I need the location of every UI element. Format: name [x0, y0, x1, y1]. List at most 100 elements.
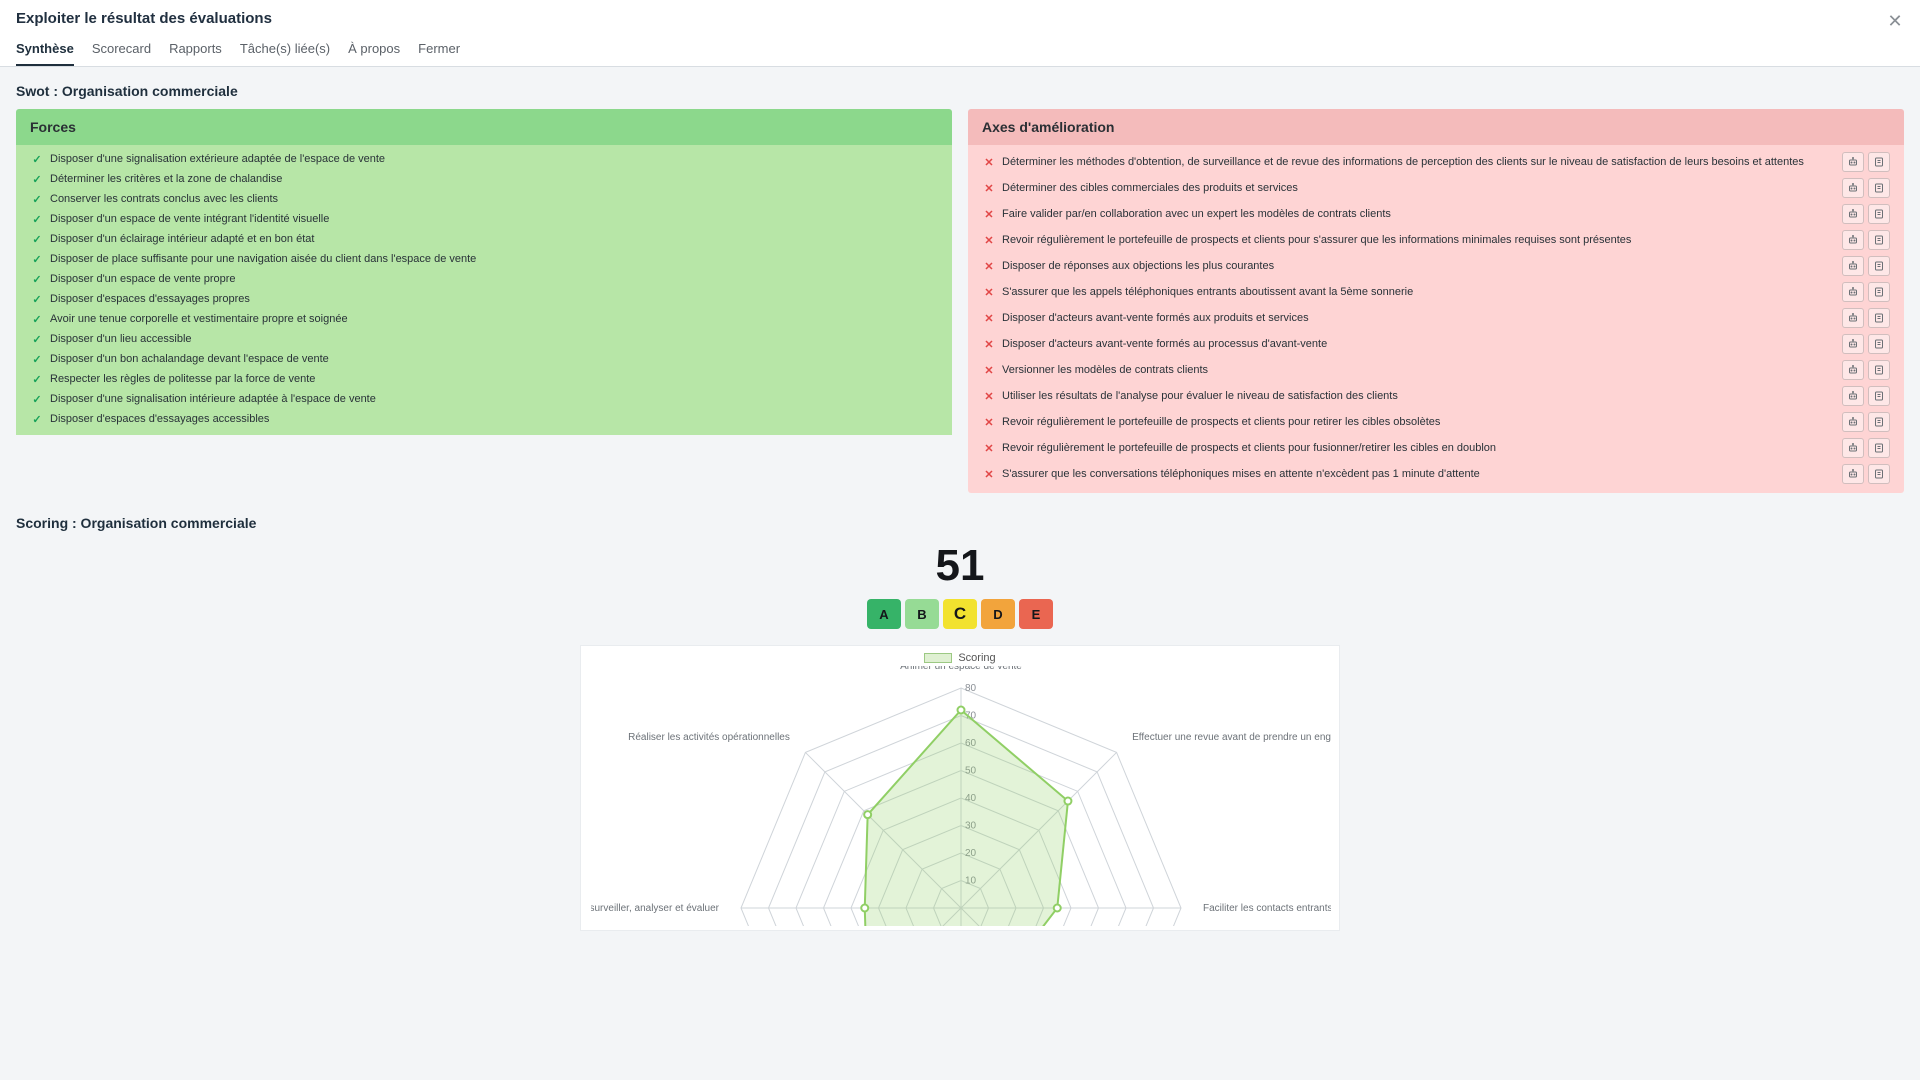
axes-action-task[interactable]	[1868, 464, 1890, 484]
forces-item-text: Disposer d'un bon achalandage devant l'e…	[50, 353, 938, 365]
modal-header: Exploiter le résultat des évaluations ✕ …	[0, 0, 1920, 67]
axes-item: ✕ Déterminer les méthodes d'obtention, de…	[968, 149, 1904, 175]
check-icon: ✓	[30, 213, 44, 226]
score-letter-d: D	[981, 599, 1015, 629]
legend-swatch	[924, 653, 952, 663]
axes-action-robot[interactable]	[1842, 152, 1864, 172]
forces-item: ✓Déterminer les critères et la zone de c…	[16, 169, 952, 189]
scoring-section: Scoring : Organisation commerciale 51 AB…	[16, 515, 1904, 931]
cross-icon: ✕	[982, 312, 996, 325]
tab-0[interactable]: Synthèse	[16, 33, 74, 66]
forces-item: ✓Disposer d'un lieu accessible	[16, 329, 952, 349]
cross-icon: ✕	[982, 234, 996, 247]
tab-3[interactable]: Tâche(s) liée(s)	[240, 33, 330, 66]
check-icon: ✓	[30, 373, 44, 386]
axes-action-robot[interactable]	[1842, 282, 1864, 302]
check-icon: ✓	[30, 393, 44, 406]
forces-item: ✓Disposer d'un espace de vente intégrant…	[16, 209, 952, 229]
forces-item: ✓Disposer de place suffisante pour une n…	[16, 249, 952, 269]
axes-action-robot[interactable]	[1842, 308, 1864, 328]
axes-action-task[interactable]	[1868, 412, 1890, 432]
score-letter-a: A	[867, 599, 901, 629]
svg-text:Animer un espace de vente: Animer un espace de vente	[900, 666, 1022, 672]
axes-action-task[interactable]	[1868, 334, 1890, 354]
axes-item: ✕Faire valider par/en collaboration avec…	[968, 201, 1904, 227]
axes-item: ✕Versionner les modèles de contrats clie…	[968, 357, 1904, 383]
score-letters: ABCDE	[16, 599, 1904, 629]
forces-item-text: Disposer d'espaces d'essayages accessibl…	[50, 413, 938, 425]
radar-chart: 1020304050607080Animer un espace de vent…	[591, 666, 1331, 926]
axes-item-text: Déterminer des cibles commerciales des p…	[1002, 182, 1834, 194]
forces-item: ✓ Disposer d'un éclairage intérieur adapt…	[16, 229, 952, 249]
axes-item: ✕ S'assurer que les conversations télépho…	[968, 461, 1904, 487]
forces-item-text: Disposer de place suffisante pour une na…	[50, 253, 938, 265]
axes-action-task[interactable]	[1868, 386, 1890, 406]
radar-legend: Scoring	[591, 652, 1329, 664]
forces-item: ✓Conserver les contrats conclus avec les…	[16, 189, 952, 209]
cross-icon: ✕	[982, 390, 996, 403]
tab-4[interactable]: À propos	[348, 33, 400, 66]
axes-action-task[interactable]	[1868, 178, 1890, 198]
check-icon: ✓	[30, 153, 44, 166]
axes-action-robot[interactable]	[1842, 412, 1864, 432]
axes-action-robot[interactable]	[1842, 334, 1864, 354]
axes-action-robot[interactable]	[1842, 386, 1864, 406]
axes-action-robot[interactable]	[1842, 178, 1864, 198]
axes-item-text: Versionner les modèles de contrats clien…	[1002, 364, 1834, 376]
axes-item-text: S'assurer que les conversations téléphon…	[1002, 468, 1834, 480]
cross-icon: ✕	[982, 156, 996, 169]
axes-item-text: Revoir régulièrement le portefeuille de …	[1002, 416, 1834, 428]
cross-icon: ✕	[982, 182, 996, 195]
forces-item-text: Disposer d'un éclairage intérieur adapté…	[50, 233, 938, 245]
forces-item: ✓ Disposer d'un bon achalandage devant l'…	[16, 349, 952, 369]
svg-text:80: 80	[965, 683, 977, 694]
axes-action-robot[interactable]	[1842, 230, 1864, 250]
axes-action-robot[interactable]	[1842, 464, 1864, 484]
cross-icon: ✕	[982, 260, 996, 273]
close-button[interactable]: ✕	[1884, 10, 1906, 32]
axes-item-text: Disposer d'acteurs avant-vente formés au…	[1002, 338, 1834, 350]
tab-2[interactable]: Rapports	[169, 33, 222, 66]
svg-text:Effectuer une revue avant de p: Effectuer une revue avant de prendre un …	[1132, 732, 1331, 743]
axes-item-text: Déterminer les méthodes d'obtention, de …	[1002, 156, 1834, 168]
axes-item-text: Utiliser les résultats de l'analyse pour…	[1002, 390, 1834, 402]
check-icon: ✓	[30, 233, 44, 246]
axes-item-text: Disposer d'acteurs avant-vente formés au…	[1002, 312, 1834, 324]
axes-action-task[interactable]	[1868, 360, 1890, 380]
tab-1[interactable]: Scorecard	[92, 33, 151, 66]
cross-icon: ✕	[982, 468, 996, 481]
scoring-section-title: Scoring : Organisation commerciale	[16, 515, 1904, 531]
swot-row: Forces ✓Disposer d'une signalisation ext…	[16, 109, 1904, 493]
swot-axes-list: ✕ Déterminer les méthodes d'obtention, de…	[968, 145, 1904, 493]
forces-item: ✓Avoir une tenue corporelle et vestiment…	[16, 309, 952, 329]
axes-action-robot[interactable]	[1842, 360, 1864, 380]
score-value: 51	[16, 541, 1904, 591]
axes-item-text: Disposer de réponses aux objections les …	[1002, 260, 1834, 272]
axes-action-task[interactable]	[1868, 204, 1890, 224]
forces-item-text: Déterminer les critères et la zone de ch…	[50, 173, 938, 185]
axes-action-task[interactable]	[1868, 230, 1890, 250]
axes-action-robot[interactable]	[1842, 256, 1864, 276]
axes-action-task[interactable]	[1868, 256, 1890, 276]
swot-axes-heading: Axes d'amélioration	[968, 109, 1904, 145]
forces-item: ✓Disposer d'une signalisation extérieure…	[16, 149, 952, 169]
check-icon: ✓	[30, 313, 44, 326]
axes-item: ✕ Déterminer des cibles commerciales des …	[968, 175, 1904, 201]
tab-5[interactable]: Fermer	[418, 33, 460, 66]
axes-action-robot[interactable]	[1842, 438, 1864, 458]
axes-item: ✕S'assurer que les appels téléphoniques …	[968, 279, 1904, 305]
cross-icon: ✕	[982, 442, 996, 455]
axes-item: ✕ Disposer d'acteurs avant-vente formés a…	[968, 305, 1904, 331]
axes-action-task[interactable]	[1868, 438, 1890, 458]
axes-action-task[interactable]	[1868, 282, 1890, 302]
axes-action-task[interactable]	[1868, 152, 1890, 172]
axes-item: ✕ Utiliser les résultats de l'analyse pou…	[968, 383, 1904, 409]
check-icon: ✓	[30, 413, 44, 426]
check-icon: ✓	[30, 353, 44, 366]
axes-item: ✕Revoir régulièrement le portefeuille de…	[968, 227, 1904, 253]
swot-forces-list: ✓Disposer d'une signalisation extérieure…	[16, 145, 952, 435]
axes-item-text: S'assurer que les appels téléphoniques e…	[1002, 286, 1834, 298]
forces-item: ✓Disposer d'espaces d'essayages propres	[16, 289, 952, 309]
axes-action-task[interactable]	[1868, 308, 1890, 328]
axes-action-robot[interactable]	[1842, 204, 1864, 224]
